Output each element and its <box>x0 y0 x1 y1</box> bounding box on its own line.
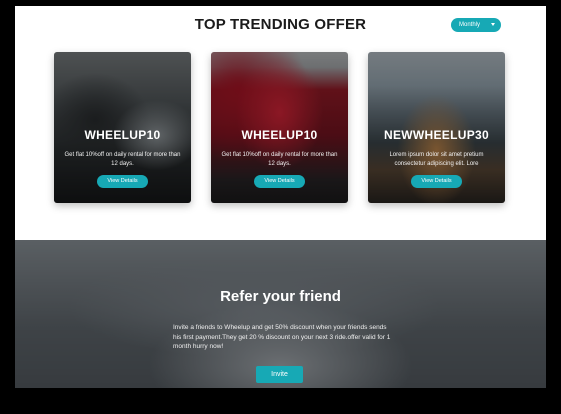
refer-title: Refer your friend <box>220 288 341 305</box>
view-details-button[interactable]: View Details <box>97 175 148 188</box>
offer-card: WHEELUP10 Get flat 10%off on daily renta… <box>54 52 191 203</box>
period-dropdown[interactable]: Monthly <box>451 18 501 32</box>
refer-description: Invite a friends to Wheelup and get 50% … <box>173 324 391 350</box>
offer-card: NEWWHEELUP30 Lorem ipsum dolor sit amet … <box>368 52 505 203</box>
offer-code: WHEELUP10 <box>241 128 318 142</box>
refer-friend-section: Refer your friend Invite a friends to Wh… <box>15 240 546 388</box>
offer-code: WHEELUP10 <box>84 128 161 142</box>
offer-code: NEWWHEELUP30 <box>384 128 489 142</box>
chevron-down-icon <box>491 23 495 26</box>
offer-card: WHEELUP10 Get flat 10%off on daily renta… <box>211 52 348 203</box>
offer-description: Get flat 10%off on daily rental for more… <box>64 152 181 167</box>
period-dropdown-value: Monthly <box>459 22 481 28</box>
view-details-button[interactable]: View Details <box>254 175 305 188</box>
trending-offers-section: TOP TRENDING OFFER Monthly WHEELUP10 Get… <box>15 6 546 240</box>
offer-description: Lorem ipsum dolor sit amet pretium conse… <box>389 152 484 167</box>
view-details-button[interactable]: View Details <box>411 175 462 188</box>
invite-button[interactable]: Invite <box>256 366 303 383</box>
offer-description: Get flat 10%off on daily rental for more… <box>221 152 338 167</box>
